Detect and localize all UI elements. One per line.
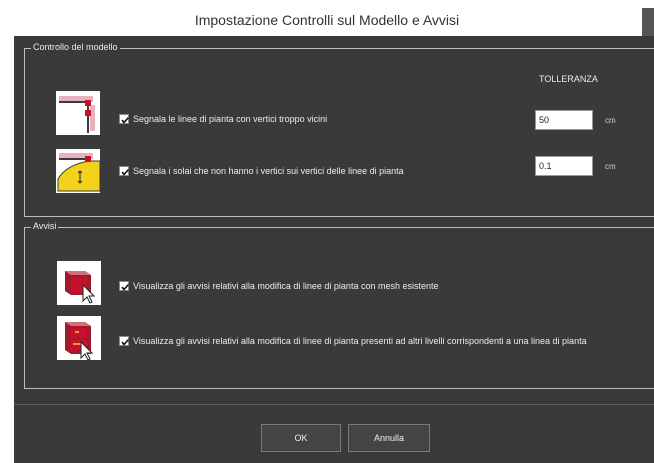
mesh-edit-warning-icon — [57, 261, 101, 305]
title-bar-edge — [642, 8, 654, 36]
slab-vertices-unit: cm — [605, 162, 616, 171]
multilevel-edit-warning-icon — [57, 316, 101, 361]
slab-vertices-checkbox[interactable] — [119, 166, 130, 176]
slab-vertices-label: Segnala i solai che non hanno i vertici … — [133, 166, 404, 176]
slab-vertices-tolerance-input[interactable]: 0.1 — [535, 156, 593, 176]
ok-button[interactable]: OK — [261, 424, 341, 452]
close-vertices-icon — [56, 91, 100, 135]
close-vertices-tolerance-input[interactable]: 50 — [535, 110, 593, 130]
multilevel-warning-checkbox[interactable] — [119, 336, 130, 346]
multilevel-warning-label: Visualizza gli avvisi relativi alla modi… — [133, 336, 587, 346]
title-bar: Impostazione Controlli sul Modello e Avv… — [0, 0, 654, 36]
tolerance-header: TOLLERANZA — [539, 74, 598, 84]
close-vertices-checkbox[interactable] — [119, 114, 130, 124]
settings-dialog: Controllo del modello TOLLERANZA Segnala… — [14, 36, 654, 463]
window-title: Impostazione Controlli sul Modello e Avv… — [194, 12, 460, 28]
model-checks-group: Controllo del modello TOLLERANZA Segnala… — [24, 40, 654, 217]
warnings-group: Avvisi Visualizza gli avvisi relativi al… — [24, 219, 654, 389]
mesh-warning-checkbox[interactable] — [119, 281, 130, 291]
close-vertices-label: Segnala le linee di pianta con vertici t… — [133, 114, 328, 124]
warnings-group-label: Avvisi — [31, 219, 59, 233]
slab-vertices-icon — [56, 149, 101, 193]
mesh-warning-label: Visualizza gli avvisi relativi alla modi… — [133, 281, 439, 291]
model-checks-group-label: Controllo del modello — [31, 40, 120, 54]
footer-separator — [14, 404, 654, 405]
close-vertices-unit: cm — [605, 116, 616, 125]
cancel-button[interactable]: Annulla — [348, 424, 430, 452]
